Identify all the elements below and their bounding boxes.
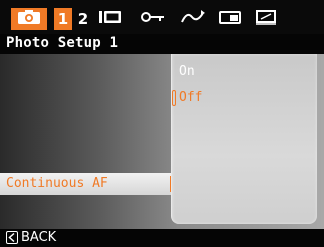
tab-key[interactable] [140,8,166,30]
tab-bar: 1 2 [0,0,324,34]
back-icon[interactable] [6,231,18,244]
tab-curve[interactable] [180,8,206,30]
option-off[interactable]: Off [179,90,202,105]
title-bar: Photo Setup 1 [0,34,324,54]
back-button[interactable]: BACK [21,230,56,245]
selection-cursor [172,90,176,106]
page-title: Photo Setup 1 [6,35,119,51]
tab-page-1[interactable]: 1 [54,8,72,30]
tab-print[interactable] [218,8,244,30]
tab-page-1-label: 1 [57,10,69,28]
key-icon [140,9,166,29]
tab-page-2[interactable]: 2 [74,8,92,30]
menu-item-continuous-af[interactable]: Continuous AF [0,173,172,195]
tv-icon [254,9,280,29]
option-on[interactable]: On [179,64,195,79]
tab-display[interactable] [97,8,123,30]
options-popup: On Off [171,54,317,224]
tab-setup[interactable] [254,8,280,30]
menu-item-label: Continuous AF [6,176,108,191]
tab-photo[interactable] [11,8,47,30]
printer-icon [218,9,244,29]
screen-icon [98,9,122,29]
camera-menu-screen: 1 2 Photo Setup 1 Continuous AF On Off B… [0,0,324,247]
tab-page-2-label: 2 [77,10,89,28]
camera-icon [16,9,42,29]
wave-icon [180,9,206,29]
bottom-bar: BACK [0,229,324,247]
